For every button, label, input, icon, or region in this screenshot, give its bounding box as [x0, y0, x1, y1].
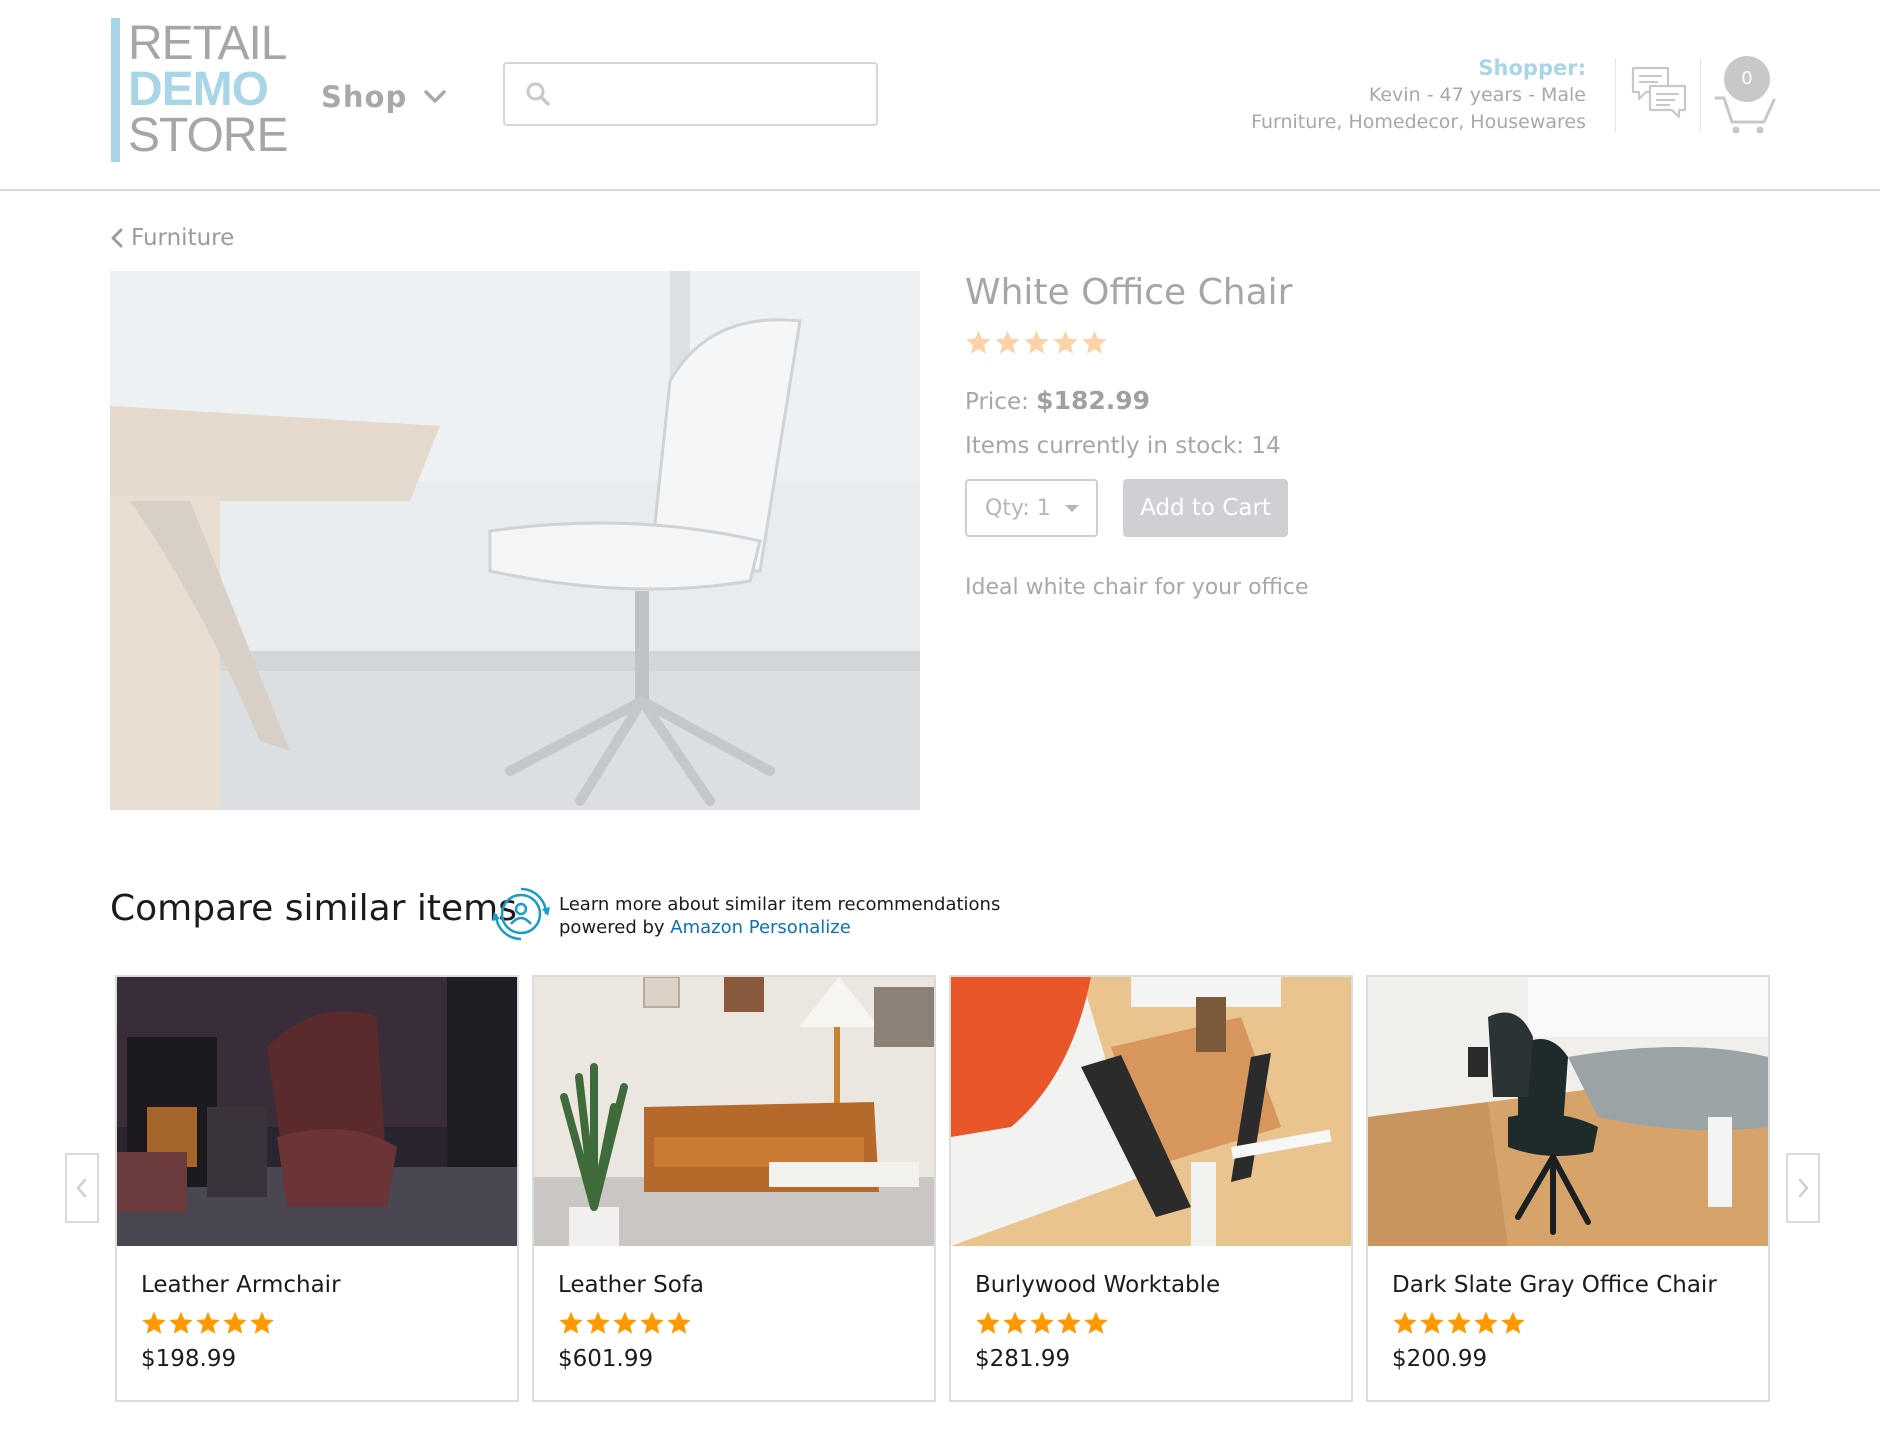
- personalize-info-line: Learn more about similar item recommenda…: [559, 894, 1001, 915]
- star-icon: [1003, 1311, 1027, 1334]
- logo-bar: [111, 18, 120, 162]
- product-card-name: Burlywood Worktable: [975, 1272, 1221, 1298]
- product-card[interactable]: Burlywood Worktable $281.99: [949, 975, 1353, 1402]
- carousel-prev-button[interactable]: [65, 1153, 99, 1223]
- star-icon: [1447, 1311, 1471, 1334]
- add-to-cart-button[interactable]: Add to Cart: [1123, 479, 1288, 537]
- star-icon: [1084, 1311, 1108, 1334]
- shopper-profile: Kevin - 47 years - Male: [1368, 84, 1586, 106]
- product-description: Ideal white chair for your office: [965, 575, 1309, 600]
- shop-menu-label: Shop: [321, 80, 408, 114]
- powered-by-text: powered by: [559, 917, 671, 938]
- star-icon: [966, 330, 991, 354]
- product-card-image: [534, 977, 934, 1246]
- star-icon: [640, 1311, 664, 1334]
- product-card[interactable]: Leather Armchair $198.99: [115, 975, 519, 1402]
- amazon-personalize-link[interactable]: Amazon Personalize: [670, 917, 851, 938]
- product-card-rating: [1392, 1310, 1526, 1336]
- logo-line-retail: RETAIL: [128, 17, 287, 70]
- star-icon: [667, 1311, 691, 1334]
- logo-line-store: STORE: [128, 109, 288, 162]
- star-icon: [142, 1311, 166, 1334]
- product-card-price: $198.99: [141, 1346, 237, 1372]
- personalize-icon: [492, 887, 550, 941]
- search-icon: [526, 82, 550, 106]
- product-card-price: $601.99: [558, 1346, 654, 1372]
- shop-menu-button[interactable]: Shop: [321, 75, 447, 119]
- quantity-label: Qty: 1: [985, 495, 1051, 521]
- star-icon: [1501, 1311, 1525, 1334]
- purchase-row: Qty: 1 Add to Cart: [965, 479, 1815, 537]
- product-card-name: Dark Slate Gray Office Chair: [1392, 1272, 1717, 1298]
- star-icon: [1057, 1311, 1081, 1334]
- section-title: Compare similar items: [110, 888, 517, 929]
- star-icon: [559, 1311, 583, 1334]
- price-label: Price:: [965, 389, 1029, 415]
- product-rating-stars: [965, 329, 1815, 356]
- shopper-info[interactable]: Shopper: Kevin - 47 years - Male Furnitu…: [1251, 55, 1586, 136]
- logo-line-demo: DEMO: [128, 63, 269, 116]
- product-image: [110, 271, 920, 810]
- header-divider: [1615, 58, 1616, 132]
- product-card-image: [951, 977, 1351, 1246]
- product-card[interactable]: Dark Slate Gray Office Chair $200.99: [1366, 975, 1770, 1402]
- star-icon: [976, 1311, 1000, 1334]
- shopper-title: Shopper:: [1478, 56, 1586, 80]
- product-card-price: $281.99: [975, 1346, 1071, 1372]
- breadcrumb-label: Furniture: [131, 225, 235, 251]
- personalize-powered-line: powered by Amazon Personalize: [559, 916, 1000, 939]
- product-card-rating: [558, 1310, 692, 1336]
- store-logo[interactable]: RETAIL DEMO STORE: [111, 18, 301, 162]
- star-icon: [250, 1311, 274, 1334]
- carousel-next-button[interactable]: [1786, 1153, 1820, 1223]
- star-icon: [1024, 330, 1049, 354]
- product-card-image: [1368, 977, 1768, 1246]
- product-card-rating: [975, 1310, 1109, 1336]
- chat-icon[interactable]: [1630, 64, 1688, 122]
- star-icon: [196, 1311, 220, 1334]
- product-card[interactable]: Leather Sofa $601.99: [532, 975, 936, 1402]
- quantity-select[interactable]: Qty: 1: [965, 479, 1098, 537]
- personalize-info: Learn more about similar item recommenda…: [559, 893, 1000, 939]
- star-icon: [1053, 330, 1078, 354]
- search-input[interactable]: [565, 74, 865, 114]
- star-icon: [613, 1311, 637, 1334]
- star-icon: [995, 330, 1020, 354]
- product-card-price: $200.99: [1392, 1346, 1488, 1372]
- shopper-interests: Furniture, Homedecor, Housewares: [1251, 111, 1586, 133]
- star-icon: [1030, 1311, 1054, 1334]
- product-card-image: [117, 977, 517, 1246]
- product-info: White Office Chair Price: $182.99 Items …: [965, 271, 1815, 600]
- cart-count-badge: 0: [1724, 56, 1770, 102]
- site-header: RETAIL DEMO STORE Shop Shopper: Kevin - …: [0, 0, 1880, 191]
- star-icon: [223, 1311, 247, 1334]
- caret-down-icon: [1064, 504, 1079, 512]
- star-icon: [1474, 1311, 1498, 1334]
- product-price: $182.99: [1036, 386, 1151, 415]
- product-title: White Office Chair: [965, 272, 1293, 313]
- stock-status: Items currently in stock: 14: [965, 433, 1281, 459]
- cart-button[interactable]: 0: [1714, 54, 1776, 134]
- star-icon: [169, 1311, 193, 1334]
- chevron-right-icon: [1798, 1178, 1809, 1198]
- product-card-name: Leather Armchair: [141, 1272, 341, 1298]
- chevron-down-icon: [424, 90, 446, 103]
- product-card-name: Leather Sofa: [558, 1272, 705, 1298]
- star-icon: [586, 1311, 610, 1334]
- chevron-left-icon: [76, 1178, 87, 1198]
- product-price-line: Price: $182.99: [965, 386, 1815, 415]
- search-box[interactable]: [503, 62, 878, 126]
- breadcrumb-back-link[interactable]: Furniture: [109, 225, 234, 251]
- chevron-left-icon: [111, 228, 123, 248]
- star-icon: [1082, 330, 1107, 354]
- header-divider: [1700, 58, 1701, 132]
- star-icon: [1420, 1311, 1444, 1334]
- product-card-rating: [141, 1310, 275, 1336]
- star-icon: [1393, 1311, 1417, 1334]
